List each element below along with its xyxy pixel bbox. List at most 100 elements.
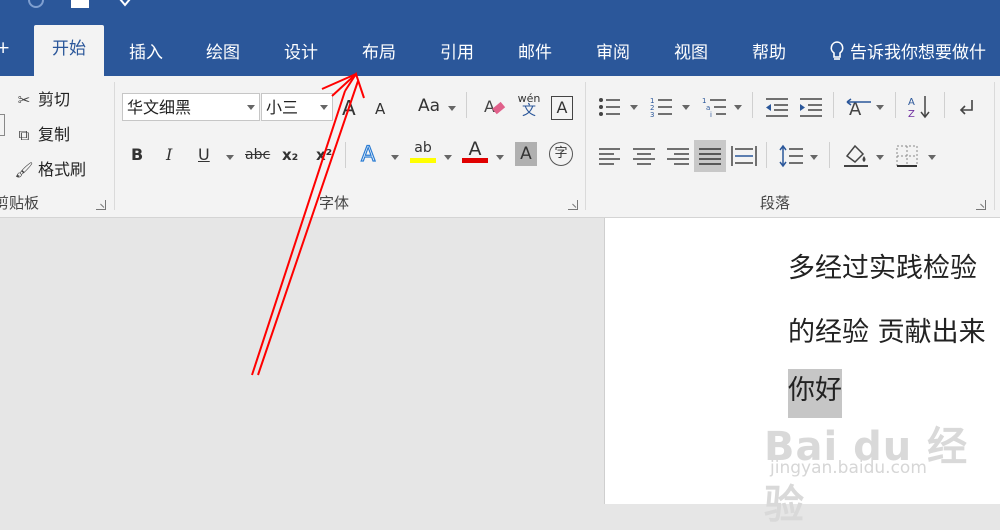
chevron-down-icon[interactable] [496,155,504,160]
font-group-label: 字体 [319,194,350,212]
distributed-icon[interactable] [731,144,757,168]
chevron-down-icon[interactable] [630,105,638,110]
multilevel-list-icon[interactable]: 1ai [702,96,730,118]
title-bar [0,0,1000,10]
shrink-font-button[interactable]: A [375,100,385,118]
chevron-down-icon[interactable] [391,155,399,160]
font-launcher-icon[interactable] [568,200,578,210]
character-shading-button[interactable]: A [515,142,537,166]
underline-button[interactable]: U [198,145,210,164]
group-divider [585,82,586,210]
bold-button[interactable]: B [131,145,143,164]
document-line-3[interactable]: 你好 [788,368,842,418]
tab-references[interactable]: 引用 [440,38,474,63]
chevron-down-icon[interactable] [810,155,818,160]
phonetic-guide-button[interactable]: wén 文 [516,92,542,118]
tab-help[interactable]: 帮助 [752,38,786,63]
copy-button[interactable]: ⧉ 复制 [14,121,70,145]
format-painter-icon: 🖌 [14,161,34,179]
customize-qat-icon[interactable] [118,0,132,8]
chevron-down-icon[interactable] [876,105,884,110]
document-line-2[interactable]: 的经验 贡献出来 [788,310,986,349]
bullets-icon[interactable] [598,96,624,118]
show-marks-icon[interactable] [958,96,980,118]
svg-text:Z: Z [908,109,915,120]
font-color-button[interactable]: A [462,138,488,163]
clipboard-launcher-icon[interactable] [96,200,106,210]
text-effects-button[interactable]: A [360,141,376,166]
chevron-down-icon[interactable] [928,155,936,160]
chevron-down-icon[interactable] [226,155,234,160]
font-color-label: A [468,138,482,160]
svg-text:A: A [908,97,915,108]
strikethrough-button[interactable]: abc [245,147,270,163]
increase-indent-icon[interactable] [798,96,824,118]
chevron-down-icon[interactable] [448,106,456,111]
tab-file-partial[interactable]: + [0,38,10,58]
redo-icon[interactable] [28,0,48,8]
clear-formatting-icon[interactable]: A [484,96,506,118]
change-case-button[interactable]: Aa [418,96,440,116]
divider [895,92,896,118]
paragraph-group-label: 段落 [760,194,791,212]
font-size-value: 小三 [266,98,299,117]
tab-design[interactable]: 设计 [284,38,318,63]
borders-icon[interactable] [895,144,919,168]
chevron-down-icon[interactable] [876,155,884,160]
numbering-icon[interactable]: 123 [650,96,676,118]
sort-icon[interactable]: AZ [908,94,934,120]
tell-me-box[interactable]: 告诉我你想要做什 [830,38,986,63]
ribbon-tabs: + 开始 插入 绘图 设计 布局 引用 邮件 审阅 视图 帮助 告诉我你想要做什 [0,10,1000,76]
paragraph-shading-icon[interactable] [842,142,870,168]
decrease-indent-icon[interactable] [764,96,790,118]
asian-layout-icon[interactable]: A [845,96,873,118]
highlight-swatch [410,158,436,163]
superscript-button[interactable]: x² [316,146,332,164]
watermark-url: jingyan.baidu.com [770,458,927,478]
format-painter-label: 格式刷 [38,160,87,179]
tab-mailings[interactable]: 邮件 [518,38,552,63]
document-line-1[interactable]: 多经过实践检验 [788,246,977,285]
svg-text:3: 3 [650,111,654,118]
align-right-icon[interactable] [666,146,690,166]
character-border-button[interactable]: A [551,96,573,120]
justify-button[interactable] [694,140,726,172]
chevron-down-icon[interactable] [734,105,742,110]
grow-font-button[interactable]: A [342,96,356,120]
copy-icon: ⧉ [18,126,30,144]
italic-button[interactable]: I [166,145,172,164]
selected-text[interactable]: 你好 [788,369,842,418]
subscript-button[interactable]: x₂ [282,146,298,164]
chevron-down-icon[interactable] [682,105,690,110]
scissors-icon: ✂ [17,91,31,109]
format-painter-button[interactable]: 🖌 格式刷 [14,156,86,180]
line-spacing-icon[interactable] [778,144,804,168]
tab-insert[interactable]: 插入 [129,38,163,63]
align-left-icon[interactable] [598,146,622,166]
tab-home[interactable]: 开始 [34,25,104,76]
svg-text:i: i [710,111,712,118]
paragraph-launcher-icon[interactable] [976,200,986,210]
justify-icon [699,148,721,165]
save-icon[interactable] [70,0,90,8]
divider [833,92,834,118]
phonetic-bottom: 文 [522,103,536,119]
tab-view[interactable]: 视图 [674,38,708,63]
tab-layout[interactable]: 布局 [362,38,396,63]
chevron-down-icon[interactable] [444,155,452,160]
divider [466,92,467,118]
font-size-combo[interactable]: 小三 [261,93,333,121]
font-name-combo[interactable]: 华文细黑 [122,93,260,121]
tab-review[interactable]: 审阅 [596,38,630,63]
cut-button[interactable]: ✂ 剪切 [14,86,70,110]
lightbulb-icon [830,41,844,60]
enclose-characters-button[interactable]: 字 [549,142,573,166]
paste-icon-partial[interactable] [0,114,5,136]
highlight-color-button[interactable]: ab [410,140,436,163]
clipboard-group-label: 剪贴板 [0,194,40,212]
align-center-icon[interactable] [632,146,656,166]
divider [345,142,346,168]
svg-text:A: A [484,97,495,116]
tab-draw[interactable]: 绘图 [206,38,240,63]
undo-icon[interactable] [0,0,16,8]
